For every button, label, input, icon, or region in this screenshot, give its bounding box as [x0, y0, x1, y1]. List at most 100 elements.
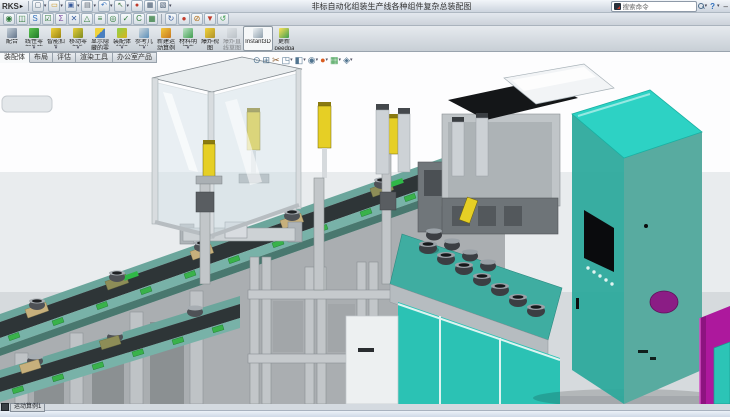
- toolbar-icon[interactable]: ✕: [68, 13, 80, 25]
- command-button[interactable]: 爆炸视图 ▾: [199, 26, 221, 51]
- command-button[interactable]: 配合 ▾: [1, 26, 23, 51]
- dropdown-arrow-icon[interactable]: ▾: [339, 57, 342, 63]
- standard-toolbar-icon[interactable]: ●: [131, 0, 143, 12]
- toolbar-icon[interactable]: ▦: [146, 13, 158, 25]
- command-button[interactable]: 装配体特征 ▾: [111, 26, 133, 51]
- toolbar-icon[interactable]: ◉: [3, 13, 15, 25]
- standard-toolbar-icon[interactable]: ▦: [144, 0, 156, 12]
- heads-up-view-toolbar: ⊙ ▾ ⊞ ▾ ✂ ▾ ◳ ▾ ◧ ▾ ◉: [253, 55, 353, 65]
- command-button[interactable]: 更新Speedpak ▾: [273, 26, 295, 51]
- dropdown-arrow-icon[interactable]: ▾: [121, 46, 124, 50]
- heads-up-icon[interactable]: ◈: [343, 55, 350, 65]
- standard-toolbar: ▢ ▾ ▭ ▾ ▣ ▾ ▤ ▾ ↶ ▾ ↖: [32, 0, 173, 12]
- dropdown-arrow-icon[interactable]: ▾: [350, 57, 353, 63]
- dropdown-arrow-icon[interactable]: ▾: [60, 3, 63, 9]
- command-button[interactable]: 爆炸直线草图 ▾: [221, 26, 243, 51]
- toolbar-icon[interactable]: C: [133, 13, 145, 25]
- toolbar-icon[interactable]: ↺: [217, 13, 229, 25]
- document-tabs: 运动算例1: [1, 403, 45, 411]
- help-dropdown-arrow-icon[interactable]: ▾: [717, 3, 720, 9]
- toolbar-icon[interactable]: △: [81, 13, 93, 25]
- command-button[interactable]: 移动零部件 ▾: [67, 26, 89, 51]
- search-icon[interactable]: [698, 3, 704, 9]
- commandmanager-tabs: 装配体 布局 评估 渲染工具 办公室产品: [0, 52, 157, 63]
- command-icon: [279, 28, 289, 38]
- white-cabinet: [346, 316, 398, 404]
- heads-up-icon[interactable]: ✂: [272, 55, 280, 65]
- toolbar-icon[interactable]: ●: [178, 13, 190, 25]
- dropdown-arrow-icon[interactable]: ▾: [93, 3, 96, 9]
- command-button[interactable]: 材料明细表 ▾: [177, 26, 199, 51]
- commandmanager-tab[interactable]: 办公室产品: [113, 52, 157, 63]
- motion-study-tab[interactable]: 运动算例1: [10, 403, 45, 412]
- toolbar-icon[interactable]: Σ: [55, 13, 67, 25]
- dropdown-arrow-icon[interactable]: ▾: [110, 3, 113, 9]
- dropdown-arrow-icon[interactable]: ▾: [326, 57, 329, 63]
- dropdown-arrow-icon[interactable]: ▾: [77, 3, 80, 9]
- toolbar-icon[interactable]: ✓: [120, 13, 132, 25]
- commandmanager-tab[interactable]: 渲染工具: [76, 52, 113, 63]
- heads-up-icon[interactable]: ⊞: [263, 55, 271, 65]
- commandmanager-tab[interactable]: 装配体: [0, 52, 30, 63]
- standard-toolbar-icon[interactable]: ▧: [157, 0, 169, 12]
- toolbar-icon[interactable]: ◎: [107, 13, 119, 25]
- toolbar-icon[interactable]: ☑: [42, 13, 54, 25]
- command-manager: 配合 ▾ 线性零部件阵列 ▾ 智能扣件 ▾ 移动零部件 ▾ 显示隐藏的零部件 ▾: [0, 26, 730, 52]
- dropdown-arrow-icon[interactable]: ▾: [303, 57, 306, 63]
- heads-up-icon[interactable]: ▦: [330, 55, 339, 65]
- heads-up-icon[interactable]: ◉: [308, 55, 316, 65]
- dropdown-arrow-icon[interactable]: ▾: [55, 46, 58, 50]
- toolbar-icon[interactable]: ↻: [165, 13, 177, 25]
- minimize-button[interactable]: –: [724, 2, 728, 11]
- search-commands-box[interactable]: 搜索命令: [611, 1, 697, 12]
- standard-toolbar-icon[interactable]: ▣: [65, 0, 77, 12]
- command-button[interactable]: 显示隐藏的零部件 ▾: [89, 26, 111, 51]
- dropdown-arrow-icon[interactable]: ▾: [169, 3, 172, 9]
- command-label: Instant3D: [245, 39, 271, 46]
- logo-menu-arrow-icon: ▸: [20, 3, 23, 10]
- heads-up-icon[interactable]: ◳: [282, 55, 291, 65]
- toolbar-icon[interactable]: S: [29, 13, 41, 25]
- help-button[interactable]: ?: [710, 2, 715, 11]
- command-button[interactable]: 线性零部件阵列 ▾: [23, 26, 45, 51]
- command-button[interactable]: Instant3D ▾: [243, 26, 273, 51]
- commandmanager-tab[interactable]: 布局: [30, 52, 53, 63]
- command-label: 配合: [6, 39, 18, 46]
- pane-splitter[interactable]: [1, 403, 9, 411]
- dropdown-arrow-icon[interactable]: ▾: [143, 46, 146, 50]
- dropdown-arrow-icon[interactable]: ▾: [77, 46, 80, 50]
- dropdown-arrow-icon[interactable]: ▾: [290, 57, 293, 63]
- commandmanager-tab[interactable]: 评估: [53, 52, 76, 63]
- view-tools-group: ↻ ● ⊘ ▼ ↺: [165, 13, 229, 25]
- standard-toolbar-icon[interactable]: ↶: [98, 0, 110, 12]
- command-icon: [161, 28, 171, 38]
- heads-up-icon[interactable]: ◧: [295, 55, 304, 65]
- standard-toolbar-icon[interactable]: ▭: [48, 0, 60, 12]
- dropdown-arrow-icon[interactable]: ▾: [44, 3, 47, 9]
- standard-toolbar-icon[interactable]: ▢: [32, 0, 44, 12]
- standard-toolbar-icon[interactable]: ▤: [81, 0, 93, 12]
- toolbar-icon[interactable]: ≡: [94, 13, 106, 25]
- command-button[interactable]: 参考几何体 ▾: [133, 26, 155, 51]
- dropdown-arrow-icon[interactable]: ▾: [33, 46, 36, 50]
- heads-up-icon[interactable]: ⊙: [253, 55, 261, 65]
- toolbar-icon[interactable]: ◫: [16, 13, 28, 25]
- 3d-model-scene[interactable]: [0, 52, 730, 404]
- dropdown-arrow-icon[interactable]: ▾: [187, 46, 190, 50]
- command-label: 爆炸视图: [200, 39, 220, 50]
- command-icon: [29, 28, 39, 38]
- dropdown-arrow-icon[interactable]: ▾: [316, 57, 319, 63]
- toolbar-icon[interactable]: ⊘: [191, 13, 203, 25]
- graphics-viewport[interactable]: ⊙ ▾ ⊞ ▾ ✂ ▾ ◳ ▾ ◧ ▾ ◉: [0, 52, 730, 404]
- command-label: 爆炸直线草图: [222, 39, 242, 50]
- toolbar-icon[interactable]: ▼: [204, 13, 216, 25]
- search-scope-icon[interactable]: [614, 3, 621, 10]
- command-icon: [205, 28, 215, 38]
- dropdown-arrow-icon[interactable]: ▾: [126, 3, 129, 9]
- window-title: 非标自动化组装生产线各种组件复杂总装配图: [174, 1, 610, 12]
- solidworks-logo[interactable]: RKS ▸: [2, 2, 23, 11]
- standard-toolbar-icon[interactable]: ↖: [114, 0, 126, 12]
- command-button[interactable]: 智能扣件 ▾: [45, 26, 67, 51]
- command-button[interactable]: 新建运动算例 ▾: [155, 26, 177, 51]
- command-icon: [73, 28, 83, 38]
